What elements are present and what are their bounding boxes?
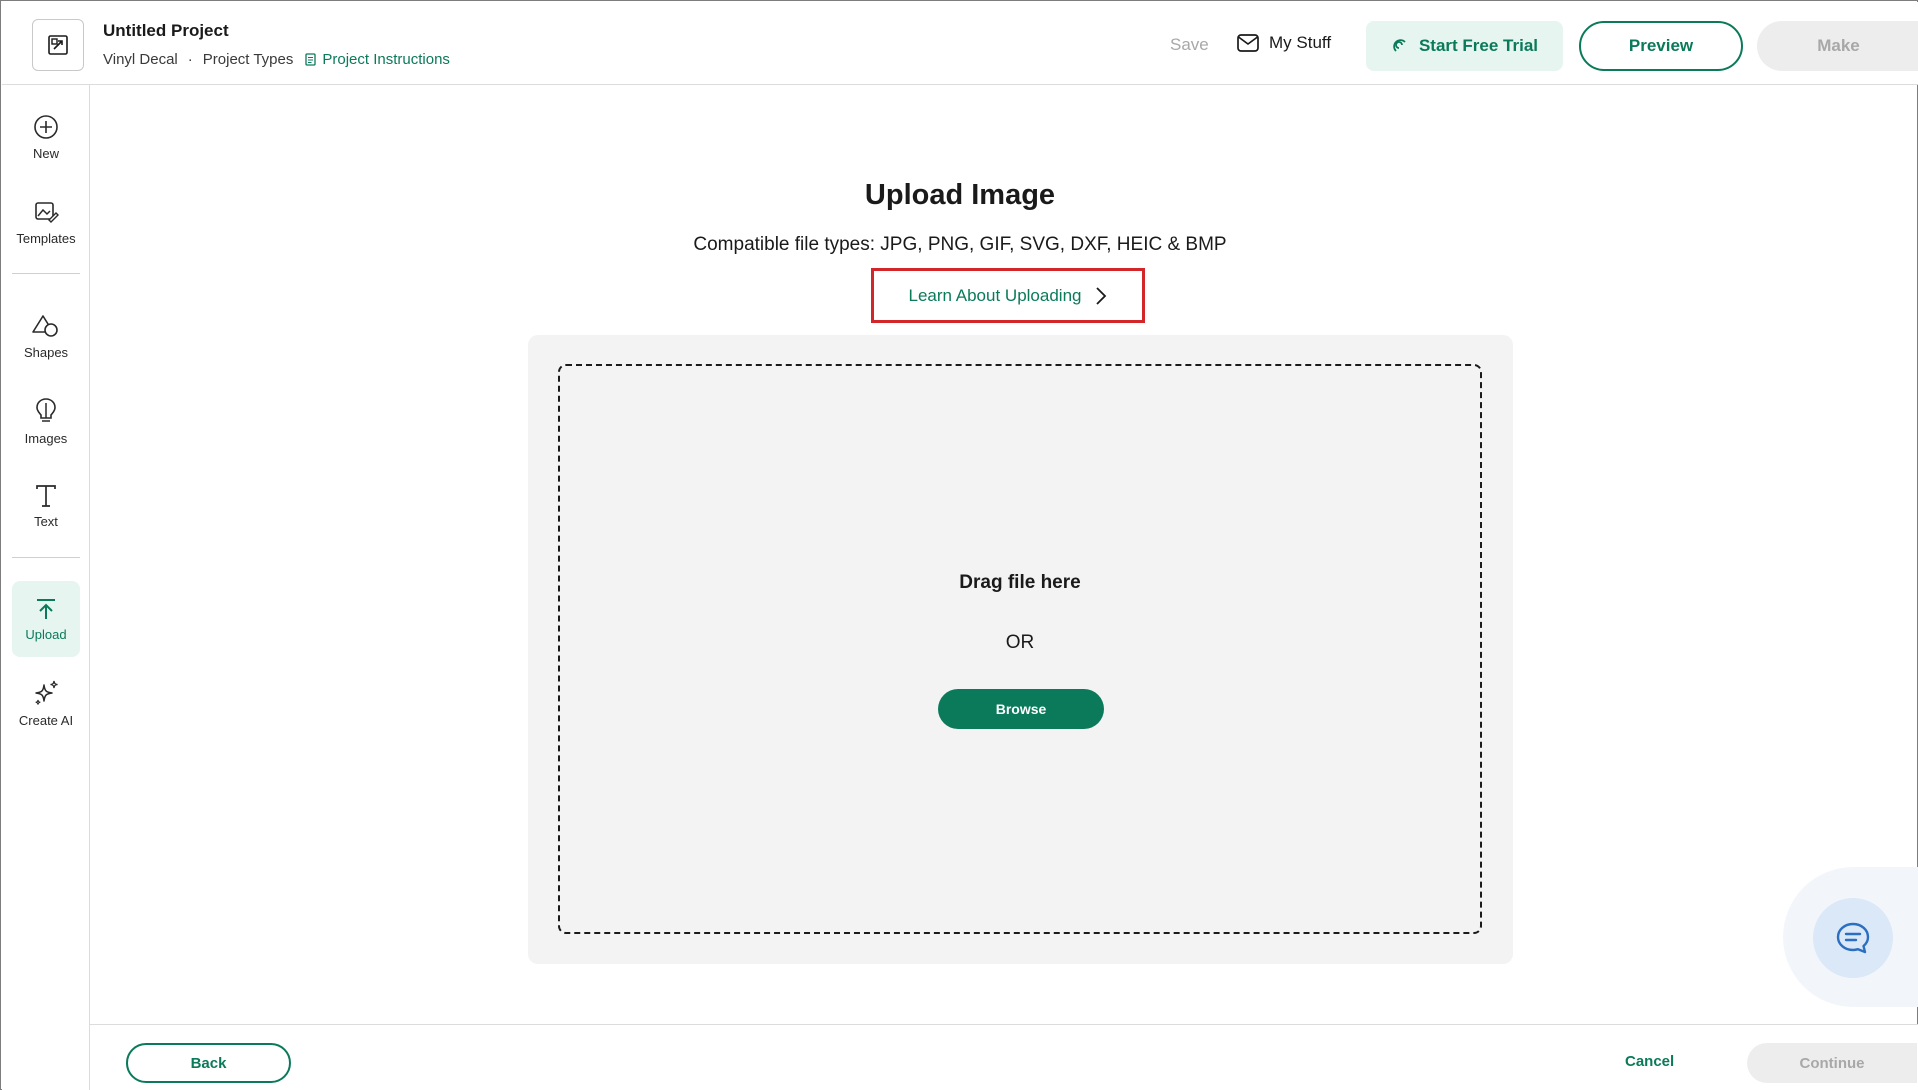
meta-separator: · bbox=[187, 51, 193, 68]
learn-about-uploading-link[interactable]: Learn About Uploading bbox=[871, 268, 1145, 323]
drag-file-text: Drag file here bbox=[959, 572, 1081, 593]
plus-circle-icon bbox=[34, 114, 58, 139]
sidebar-item-label: New bbox=[32, 145, 59, 161]
sidebar-item-label: Images bbox=[24, 430, 68, 446]
app-window: Untitled Project Vinyl Decal · Project T… bbox=[0, 0, 1918, 1090]
chevron-right-icon bbox=[1096, 286, 1107, 305]
access-icon bbox=[1393, 39, 1406, 52]
inbox-icon bbox=[1237, 34, 1259, 52]
sidebar-item-upload[interactable]: Upload bbox=[12, 581, 80, 657]
lightbulb-icon bbox=[36, 397, 56, 422]
upload-icon bbox=[37, 598, 55, 619]
or-text: OR bbox=[1005, 632, 1035, 653]
my-stuff-button[interactable]: My Stuff bbox=[1236, 32, 1331, 54]
sidebar-item-shapes[interactable]: Shapes bbox=[12, 298, 80, 374]
sidebar-item-new[interactable]: New bbox=[12, 99, 80, 175]
preview-button[interactable]: Preview bbox=[1579, 21, 1743, 71]
project-instructions-link[interactable]: Project Instructions bbox=[305, 51, 450, 68]
sidebar-item-create-ai[interactable]: Create AI bbox=[12, 665, 80, 741]
document-icon bbox=[305, 53, 317, 66]
back-button[interactable]: Back bbox=[126, 1043, 291, 1083]
save-button[interactable]: Save bbox=[1170, 35, 1209, 55]
project-meta: Vinyl Decal · Project Types Project Inst… bbox=[103, 51, 450, 68]
project-instructions-label: Project Instructions bbox=[322, 51, 450, 68]
start-free-trial-button[interactable]: Start Free Trial bbox=[1366, 21, 1563, 71]
project-icon[interactable] bbox=[32, 19, 84, 71]
compatible-file-types: Compatible file types: JPG, PNG, GIF, SV… bbox=[693, 234, 1227, 255]
sidebar-item-label: Create AI bbox=[18, 712, 74, 728]
bottom-footer: Back Cancel Continue bbox=[90, 1024, 1918, 1090]
continue-button[interactable]: Continue bbox=[1747, 1043, 1917, 1083]
sidebar-item-label: Text bbox=[34, 513, 58, 529]
sidebar-item-images[interactable]: Images bbox=[12, 383, 80, 459]
project-title[interactable]: Untitled Project bbox=[103, 21, 229, 41]
sidebar-item-label: Upload bbox=[25, 626, 67, 642]
sidebar-item-label: Shapes bbox=[23, 344, 69, 360]
browse-button[interactable]: Browse bbox=[938, 689, 1104, 729]
chat-button[interactable] bbox=[1813, 898, 1893, 978]
sidebar-divider bbox=[12, 273, 80, 274]
sidebar-divider bbox=[12, 557, 80, 558]
shapes-icon bbox=[32, 314, 58, 337]
top-header: Untitled Project Vinyl Decal · Project T… bbox=[2, 2, 1918, 85]
my-stuff-label: My Stuff bbox=[1269, 33, 1332, 52]
page-title: Upload Image bbox=[864, 179, 1056, 211]
cancel-button[interactable]: Cancel bbox=[1625, 1053, 1674, 1070]
text-icon bbox=[36, 484, 56, 507]
chat-icon bbox=[1836, 922, 1870, 954]
learn-about-uploading-label: Learn About Uploading bbox=[908, 285, 1082, 305]
file-dropzone[interactable]: Drag file here OR Browse bbox=[558, 364, 1482, 934]
make-button[interactable]: Make bbox=[1757, 21, 1918, 71]
sidebar-item-text[interactable]: Text bbox=[12, 468, 80, 544]
project-type-label: Vinyl Decal bbox=[103, 51, 178, 68]
start-free-trial-label: Start Free Trial bbox=[1418, 36, 1539, 55]
project-types-link[interactable]: Project Types bbox=[203, 51, 294, 68]
sparkle-icon bbox=[35, 680, 58, 705]
canvas-icon bbox=[48, 35, 68, 55]
